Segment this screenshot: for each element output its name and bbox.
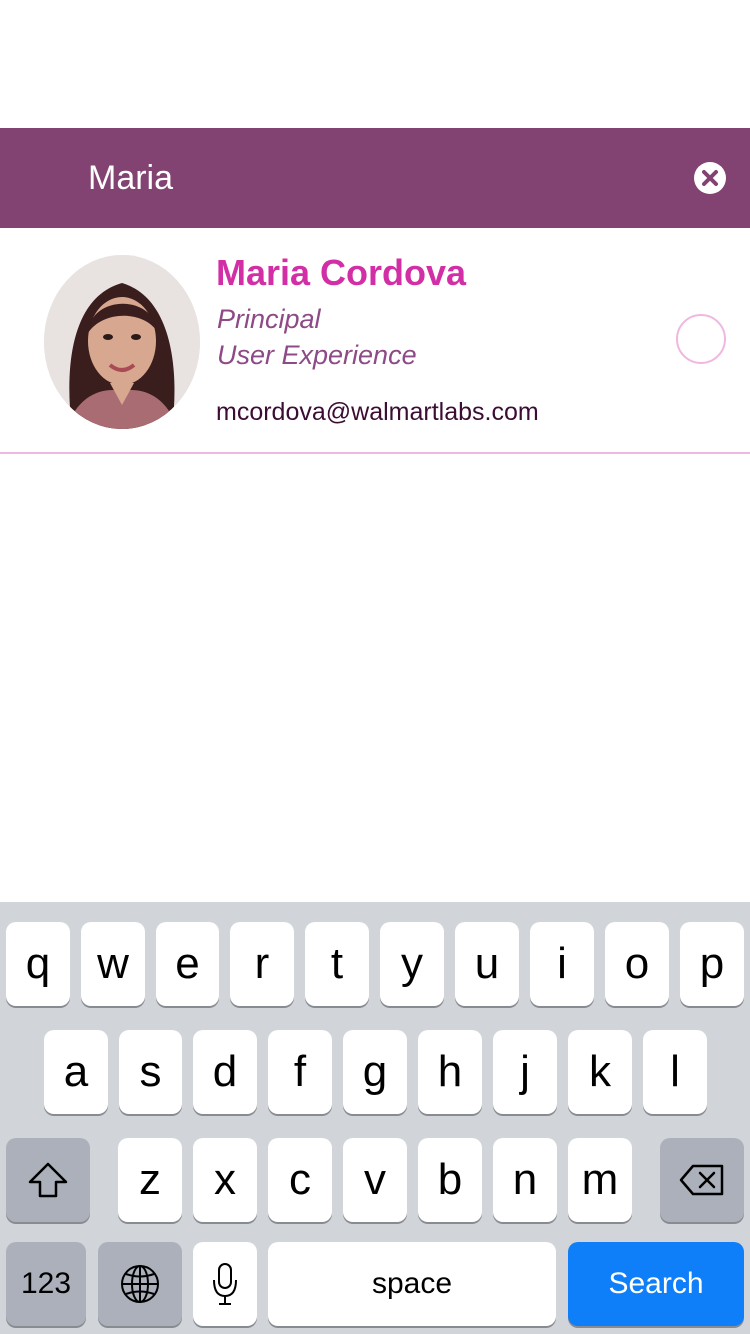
key-d[interactable]: d [193, 1030, 257, 1114]
key-k[interactable]: k [568, 1030, 632, 1114]
backspace-icon [679, 1164, 724, 1196]
space-key[interactable]: space [268, 1242, 556, 1326]
key-x[interactable]: x [193, 1138, 257, 1222]
person-title: Principal [217, 304, 321, 334]
search-key[interactable]: Search [568, 1242, 744, 1326]
globe-key[interactable] [98, 1242, 182, 1326]
clear-search-icon[interactable] [693, 161, 727, 195]
key-i[interactable]: i [530, 922, 594, 1006]
delete-key[interactable] [660, 1138, 744, 1222]
key-z[interactable]: z [118, 1138, 182, 1222]
key-u[interactable]: u [455, 922, 519, 1006]
key-r[interactable]: r [230, 922, 294, 1006]
key-s[interactable]: s [119, 1030, 182, 1114]
key-o[interactable]: o [605, 922, 669, 1006]
key-h[interactable]: h [418, 1030, 482, 1114]
person-department: User Experience [217, 340, 417, 370]
dictation-key[interactable] [193, 1242, 257, 1326]
person-email: mcordova@walmartlabs.com [216, 398, 539, 426]
person-name: Maria Cordova [216, 252, 467, 293]
status-area [0, 0, 750, 128]
key-j[interactable]: j [493, 1030, 557, 1114]
key-c[interactable]: c [268, 1138, 332, 1222]
shift-key[interactable] [6, 1138, 90, 1222]
key-a[interactable]: a [44, 1030, 108, 1114]
numbers-key[interactable]: 123 [6, 1242, 86, 1326]
key-v[interactable]: v [343, 1138, 407, 1222]
key-p[interactable]: p [680, 922, 744, 1006]
microphone-icon [213, 1263, 237, 1305]
key-g[interactable]: g [343, 1030, 407, 1114]
keyboard: q w e r t y u i o p a s d f g h j k l z … [0, 902, 750, 1334]
key-e[interactable]: e [156, 922, 219, 1006]
avatar [44, 255, 200, 429]
key-y[interactable]: y [380, 922, 444, 1006]
search-result-row[interactable]: Maria Cordova Principal User Experience … [0, 228, 750, 454]
globe-icon [121, 1265, 159, 1303]
key-t[interactable]: t [305, 922, 369, 1006]
key-l[interactable]: l [643, 1030, 707, 1114]
shift-icon [28, 1162, 68, 1198]
key-q[interactable]: q [6, 922, 70, 1006]
key-n[interactable]: n [493, 1138, 557, 1222]
key-b[interactable]: b [418, 1138, 482, 1222]
search-bar [0, 128, 750, 328]
key-f[interactable]: f [268, 1030, 332, 1114]
search-input[interactable] [88, 150, 668, 206]
key-w[interactable]: w [81, 922, 145, 1006]
key-m[interactable]: m [568, 1138, 632, 1222]
select-radio[interactable] [676, 314, 726, 364]
